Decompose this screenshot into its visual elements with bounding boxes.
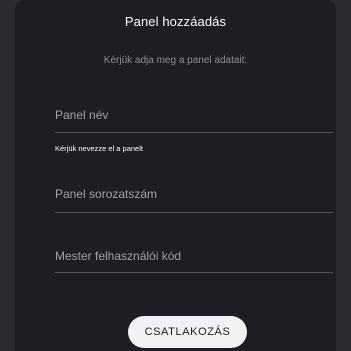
screen: Panel hozzáadás Kérjük adja meg a panel … <box>0 0 351 351</box>
add-panel-dialog: Panel hozzáadás Kérjük adja meg a panel … <box>15 0 336 351</box>
master-code-field[interactable]: Mester felhasználói kód <box>55 249 333 279</box>
panel-name-underline <box>55 132 333 133</box>
master-code-underline <box>55 272 333 273</box>
connect-button[interactable]: CSATLAKOZÁS <box>128 316 247 348</box>
panel-serial-label: Panel sorozatszám <box>55 187 158 201</box>
panel-serial-field[interactable]: Panel sorozatszám <box>55 187 333 217</box>
panel-serial-underline <box>55 212 333 213</box>
panel-name-field[interactable]: Panel név <box>55 108 333 138</box>
dialog-title: Panel hozzáadás <box>124 14 227 29</box>
panel-name-helper-text: Kérjük nevezze el a panelt <box>55 144 143 153</box>
dialog-subtitle: Kérjük adja meg a panel adatait: <box>103 55 248 66</box>
panel-name-label: Panel név <box>55 108 109 122</box>
master-code-label: Mester felhasználói kód <box>55 249 182 263</box>
